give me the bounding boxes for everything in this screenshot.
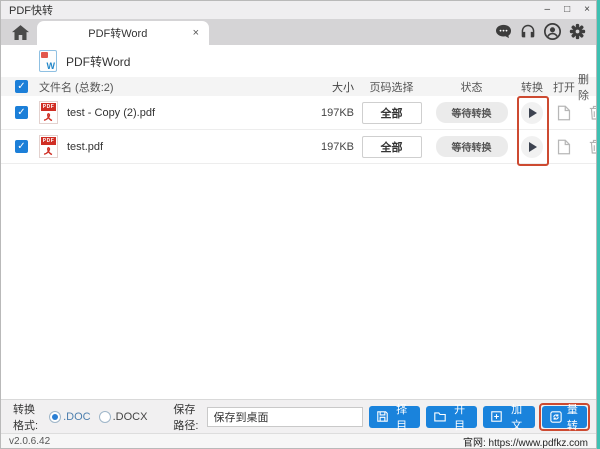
tab-close-icon[interactable]: × — [191, 27, 201, 39]
app-window: PDF快转 – □ × PDF转Word × — [0, 0, 597, 449]
choose-directory-button[interactable]: 选择目录 — [369, 406, 420, 428]
support-button[interactable] — [520, 24, 536, 39]
page-select-button[interactable]: 全部 — [362, 136, 422, 158]
table-header: ✓ 文件名 (总数:2) 大小 页码选择 状态 转换 打开 删除 — [1, 77, 596, 96]
section-header: W PDF转Word — [1, 45, 596, 77]
home-icon — [12, 25, 29, 40]
column-size: 大小 — [294, 79, 354, 95]
open-directory-button[interactable]: 打开目录 — [426, 406, 478, 428]
open-file-icon[interactable] — [557, 139, 571, 155]
gear-icon — [569, 23, 586, 40]
file-name: test - Copy (2).pdf — [67, 107, 155, 119]
pdf-file-icon: PDF — [39, 101, 58, 124]
play-icon — [529, 108, 537, 118]
column-delete: 删除 — [578, 71, 596, 103]
chat-bubble-icon — [495, 24, 512, 39]
window-controls: – □ × — [545, 5, 590, 15]
add-file-button[interactable]: 添加文件 — [483, 406, 534, 428]
file-size: 197KB — [294, 141, 354, 153]
batch-convert-icon — [550, 411, 562, 423]
convert-play-button[interactable] — [521, 102, 543, 124]
pdf-file-icon: PDF — [39, 135, 58, 158]
file-name: test.pdf — [67, 141, 103, 153]
column-convert: 转换 — [514, 79, 550, 95]
toolbar-icons — [495, 23, 586, 40]
minimize-button[interactable]: – — [545, 5, 551, 15]
play-icon — [529, 142, 537, 152]
delete-icon[interactable] — [589, 139, 597, 154]
table-row: ✓ PDF test - Copy (2).pdf 197KB 全部 — [1, 96, 596, 130]
row-checkbox[interactable]: ✓ — [15, 106, 28, 119]
feedback-button[interactable] — [495, 24, 512, 39]
maximize-button[interactable]: □ — [564, 5, 570, 15]
file-size: 197KB — [294, 107, 354, 119]
main-content: W PDF转Word ✓ 文件名 (总数:2) 大小 页码选择 状态 转换 打开… — [1, 45, 596, 399]
status-badge: 等待转换 — [436, 102, 508, 123]
tab-label: PDF转Word — [45, 25, 191, 41]
tab-pdf-to-word[interactable]: PDF转Word × — [37, 21, 209, 45]
convert-play-button[interactable] — [521, 136, 543, 158]
radio-docx[interactable] — [99, 411, 111, 423]
status-badge: 等待转换 — [436, 136, 508, 157]
batch-convert-highlight: 批量转换 — [539, 403, 590, 431]
footer-toolbar: 转换格式: .DOC .DOCX 保存路径: 选择目录 — [1, 399, 596, 433]
tab-strip: PDF转Word × — [1, 19, 596, 45]
desktop-background: PDF快转 – □ × PDF转Word × — [0, 0, 600, 449]
status-bar: v2.0.6.42 官网: https://www.pdfkz.com — [1, 433, 596, 448]
format-option-doc[interactable]: .DOC — [49, 411, 91, 423]
save-path-input[interactable] — [207, 407, 363, 427]
column-status: 状态 — [429, 79, 514, 95]
title-bar: PDF快转 – □ × — [1, 1, 596, 19]
page-select-button[interactable]: 全部 — [362, 102, 422, 124]
save-path-label: 保存路径: — [173, 401, 201, 433]
account-button[interactable] — [544, 23, 561, 40]
batch-convert-button[interactable]: 批量转换 — [542, 406, 587, 428]
settings-button[interactable] — [569, 23, 586, 40]
row-checkbox[interactable]: ✓ — [15, 140, 28, 153]
pdf-to-word-icon: W — [39, 50, 57, 72]
delete-icon[interactable] — [589, 105, 597, 120]
website-link[interactable]: 官网: https://www.pdfkz.com — [463, 434, 588, 449]
column-pages: 页码选择 — [354, 79, 429, 95]
app-title: PDF快转 — [9, 2, 53, 18]
user-icon — [544, 23, 561, 40]
column-filename: 文件名 (总数:2) — [39, 79, 294, 95]
open-file-icon[interactable] — [557, 105, 571, 121]
version-text: v2.0.6.42 — [9, 436, 50, 447]
folder-icon — [434, 411, 446, 422]
column-open: 打开 — [550, 79, 578, 95]
table-row: ✓ PDF test.pdf 197KB 全部 等待转换 — [1, 130, 596, 164]
format-option-docx[interactable]: .DOCX — [99, 411, 148, 423]
select-all-checkbox[interactable]: ✓ — [15, 80, 28, 93]
save-disk-icon — [377, 411, 388, 422]
headset-icon — [520, 24, 536, 39]
radio-doc[interactable] — [49, 411, 61, 423]
plus-square-icon — [491, 411, 502, 422]
section-title: PDF转Word — [66, 53, 130, 70]
close-button[interactable]: × — [584, 5, 590, 15]
format-label: 转换格式: — [13, 401, 41, 433]
home-button[interactable] — [7, 20, 33, 44]
